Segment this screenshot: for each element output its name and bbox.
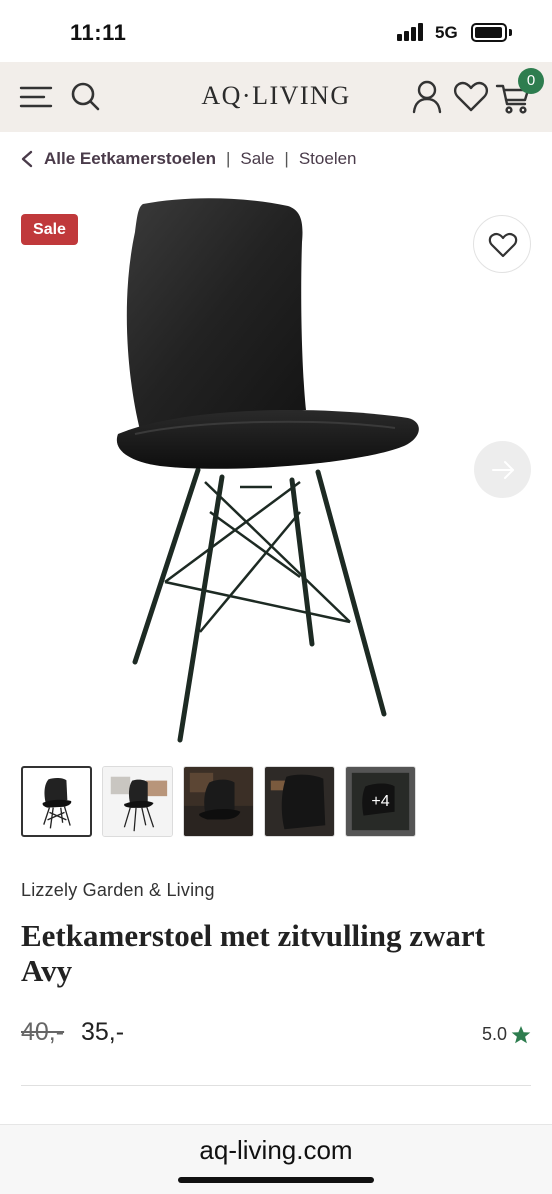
heart-icon — [488, 232, 518, 258]
breadcrumb-separator: | — [284, 149, 289, 168]
next-image-button[interactable] — [474, 441, 531, 498]
thumbnail-more[interactable]: +4 — [345, 766, 416, 837]
arrow-right-icon — [492, 461, 514, 479]
browser-url-bar[interactable]: aq-living.com — [0, 1124, 552, 1194]
thumbnail[interactable] — [264, 766, 335, 837]
thumbnail[interactable] — [183, 766, 254, 837]
cart-count-badge: 0 — [518, 68, 544, 94]
site-header: AQ·LIVING — [0, 62, 552, 132]
product-title: Eetkamerstoel met zitvulling zwart Avy — [21, 918, 486, 988]
rating-value: 5.0 — [482, 1024, 508, 1044]
product-brand[interactable]: Lizzely Garden & Living — [21, 880, 215, 901]
sale-badge: Sale — [21, 214, 78, 245]
network-label: 5G — [435, 23, 458, 42]
chevron-left-icon[interactable] — [20, 150, 34, 168]
signal-icon — [397, 23, 427, 41]
star-icon — [511, 1025, 531, 1043]
old-price: 40,- — [21, 1018, 65, 1046]
more-images-label: +4 — [371, 793, 390, 810]
breadcrumb-item-sale[interactable]: Sale — [240, 149, 274, 169]
current-price: 35,- — [81, 1018, 125, 1046]
home-indicator — [178, 1177, 374, 1183]
status-time: 11:11 — [70, 20, 127, 45]
breadcrumb: Alle Eetkamerstoelen | Sale | Stoelen — [20, 148, 357, 170]
url-text[interactable]: aq-living.com — [0, 1135, 552, 1166]
breadcrumb-item-stoelen[interactable]: Stoelen — [299, 149, 357, 169]
divider — [21, 1085, 531, 1086]
product-rating[interactable]: 5.0 — [482, 1024, 531, 1045]
thumbnail[interactable] — [21, 766, 92, 837]
thumbnail[interactable] — [102, 766, 173, 837]
account-icon[interactable] — [407, 77, 447, 117]
heart-icon[interactable] — [451, 77, 491, 117]
status-bar: 11:11 5G — [0, 0, 552, 62]
breadcrumb-item-eetkamerstoelen[interactable]: Alle Eetkamerstoelen — [44, 149, 216, 169]
breadcrumb-separator: | — [225, 149, 231, 168]
battery-icon — [471, 23, 507, 42]
wishlist-button[interactable] — [473, 215, 531, 273]
product-image[interactable] — [0, 182, 552, 752]
